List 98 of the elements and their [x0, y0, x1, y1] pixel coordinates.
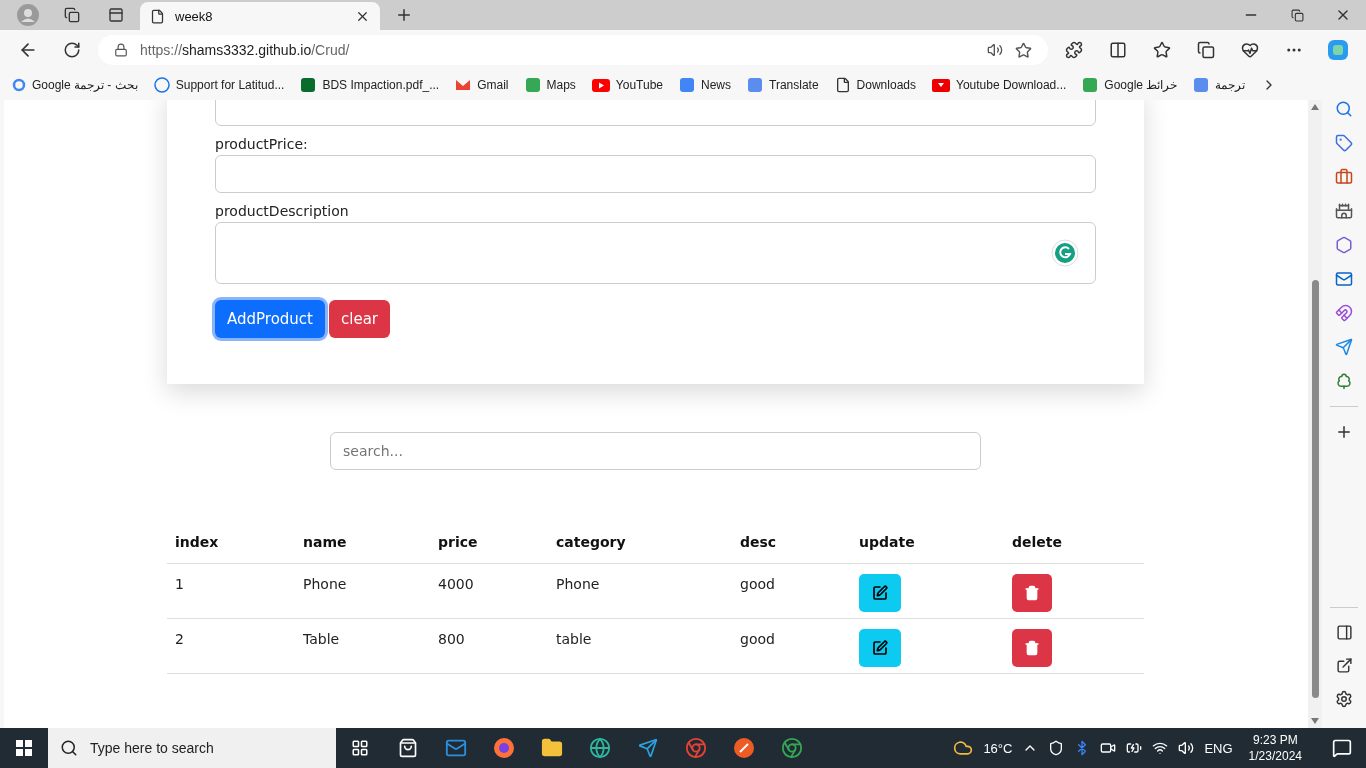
extensions-icon[interactable]	[1065, 41, 1083, 59]
page-icon	[150, 8, 165, 24]
mail-icon[interactable]	[1335, 270, 1353, 288]
lock-icon[interactable]	[114, 43, 128, 57]
workspaces-icon[interactable]	[64, 7, 80, 23]
bookmark[interactable]: Gmail	[455, 78, 509, 92]
add-icon[interactable]	[1335, 423, 1353, 441]
restore-icon[interactable]	[1290, 8, 1304, 22]
bookmark[interactable]: Google خرائط	[1082, 77, 1178, 93]
column-header: price	[438, 534, 479, 550]
bookmark[interactable]: Maps	[524, 77, 576, 93]
column-header: index	[175, 534, 220, 550]
table-cell-text: 2	[175, 631, 185, 647]
table-cell-text: good	[740, 576, 776, 592]
settings-icon[interactable]	[1335, 690, 1353, 708]
chess-icon[interactable]	[1335, 202, 1353, 220]
favorites-icon[interactable]	[1153, 41, 1171, 59]
health-icon[interactable]	[1241, 41, 1259, 59]
grammar-icon[interactable]	[1051, 239, 1079, 267]
mail-icon	[455, 79, 472, 91]
table-cell-text: 800	[438, 631, 466, 647]
wifi-icon[interactable]	[1152, 740, 1169, 756]
field-label: productDescription	[215, 203, 350, 219]
trash-icon	[1024, 640, 1040, 656]
bookmark[interactable]: YouTube	[591, 78, 663, 92]
split-screen-icon[interactable]	[1109, 41, 1127, 59]
collections-icon[interactable]	[1197, 41, 1215, 59]
table-cell-text: 1	[175, 576, 185, 592]
table-cell-text: Phone	[303, 576, 348, 592]
table-cell-text: 4000	[438, 576, 475, 592]
mail-icon[interactable]	[445, 737, 467, 759]
windows-icon[interactable]	[16, 740, 32, 756]
table-cell-text: good	[740, 631, 776, 647]
tag-icon[interactable]	[1335, 134, 1353, 152]
new-tab-icon[interactable]	[395, 6, 413, 24]
column-header: update	[859, 534, 916, 550]
reload-icon[interactable]	[63, 41, 81, 59]
column-header: name	[303, 534, 348, 550]
browser-tab[interactable]: week8	[140, 2, 380, 30]
paper-plane-icon[interactable]	[1335, 338, 1353, 356]
bookmark[interactable]: Downloads	[834, 77, 916, 93]
column-header: category	[556, 534, 627, 550]
hexagon-icon[interactable]	[1335, 236, 1353, 254]
read-aloud-icon[interactable]	[987, 42, 1003, 58]
tab-actions-icon[interactable]	[108, 7, 124, 23]
clear-button[interactable]: clear	[329, 300, 390, 338]
bookmark[interactable]: ترجمة	[1193, 77, 1246, 93]
add-button[interactable]: AddProduct	[215, 300, 325, 338]
folder-icon[interactable]	[541, 737, 563, 759]
address-bar[interactable]: https://shams3332.github.io/Crud/	[98, 35, 1048, 65]
magnet-icon[interactable]	[1335, 304, 1353, 322]
toolbox-icon[interactable]	[1335, 168, 1353, 186]
table-cell-text: Table	[303, 631, 341, 647]
search-icon	[60, 739, 78, 757]
column-header: desc	[740, 534, 778, 550]
bookmark[interactable]: Translate	[747, 77, 819, 93]
scrollbar[interactable]	[1308, 100, 1322, 728]
download-icon	[932, 78, 950, 92]
bookmark[interactable]: Support for Latitud...	[153, 77, 285, 93]
battery-icon[interactable]	[1126, 740, 1143, 756]
store-icon[interactable]	[398, 738, 418, 758]
table-cell-text: Phone	[556, 576, 601, 592]
edit-button[interactable]	[859, 629, 901, 667]
tree-icon[interactable]	[1335, 372, 1353, 390]
edit-icon	[872, 640, 888, 656]
scroll-up-icon[interactable]	[1311, 104, 1319, 110]
star-icon[interactable]	[1015, 41, 1032, 59]
bookmark[interactable]: Youtube Download...	[932, 78, 1067, 92]
field-label: productPrice:	[215, 136, 309, 152]
search-field[interactable]: search...	[330, 432, 981, 470]
bookmark[interactable]: News	[679, 77, 732, 93]
edit-button[interactable]	[859, 574, 901, 612]
file-icon	[834, 77, 851, 93]
notifications-icon[interactable]	[1332, 738, 1352, 758]
scroll-down-icon[interactable]	[1311, 718, 1319, 724]
search-icon[interactable]	[1335, 100, 1353, 118]
play-icon	[591, 78, 610, 92]
task-view-icon[interactable]	[351, 739, 369, 757]
delete-button[interactable]	[1012, 629, 1052, 667]
bookmark[interactable]: BDS Impaction.pdf_...	[300, 77, 440, 93]
input-field[interactable]	[215, 155, 1096, 193]
clock[interactable]: 9:23 PM 1/23/2024	[1242, 732, 1308, 764]
weather-icon[interactable]	[953, 738, 974, 758]
camera-icon[interactable]	[1100, 740, 1117, 756]
shield-icon[interactable]	[1048, 740, 1065, 756]
external-link-icon[interactable]	[1335, 657, 1353, 674]
trash-icon	[1024, 585, 1040, 601]
volume-icon[interactable]	[1178, 740, 1195, 756]
delete-button[interactable]	[1012, 574, 1052, 612]
edit-icon	[872, 585, 888, 601]
column-header: delete	[1012, 534, 1063, 550]
bookmark[interactable]: Google بحث - ترجمة	[12, 78, 138, 92]
taskbar-search[interactable]: Type here to search	[48, 728, 336, 768]
table-cell-text: table	[556, 631, 593, 647]
telegram-icon[interactable]	[638, 738, 658, 758]
sidebar-icon[interactable]	[1335, 624, 1353, 641]
language-indicator[interactable]: ENG	[1204, 740, 1233, 756]
temperature: 16°C	[983, 740, 1013, 756]
